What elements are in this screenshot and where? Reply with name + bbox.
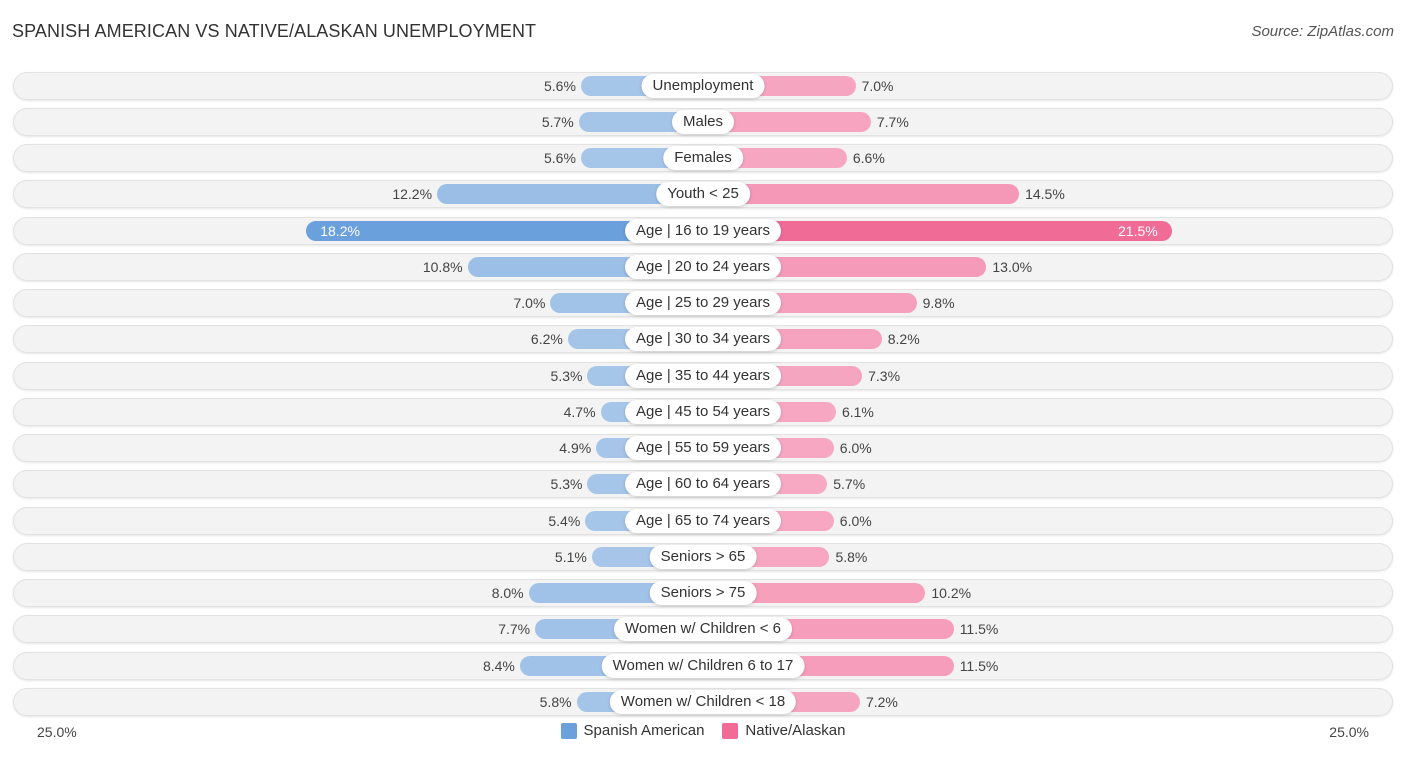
value-label: 6.2% (530, 331, 563, 348)
value-label: 7.7% (876, 113, 909, 130)
category-label: Age | 25 to 29 years (625, 291, 781, 315)
value-label: 21.5% (1118, 222, 1158, 239)
category-label: Age | 60 to 64 years (625, 472, 781, 497)
category-label: Age | 45 to 54 years (625, 399, 781, 424)
legend-label: Native/Alaskan (745, 722, 846, 739)
value-label: 5.4% (548, 512, 581, 529)
value-label: 13.0% (992, 258, 1033, 275)
category-label: Males (671, 109, 735, 134)
category-label: Age | 35 to 44 years (625, 363, 781, 388)
category-label: Women w/ Children < 6 (613, 617, 793, 642)
category-label: Age | 30 to 34 years (625, 327, 781, 352)
value-label: 5.7% (833, 476, 866, 493)
value-label: 7.0% (513, 295, 546, 311)
category-label: Unemployment (641, 73, 765, 98)
value-label: 5.8% (835, 548, 868, 565)
chart-area: 5.6% 7.0% Unemployment 5.7% 7.7% Males 5.6% 6.6… (0, 0, 1406, 757)
category-label: Age | 16 to 19 years (625, 218, 781, 243)
value-label: 18.2% (320, 222, 360, 239)
value-label: 4.7% (563, 403, 596, 420)
legend-item-native-alaskan[interactable]: Native/Alaskan (722, 722, 845, 739)
value-label: 9.8% (922, 295, 955, 311)
value-label: 5.6% (544, 77, 576, 94)
legend-swatch-native-alaskan (722, 722, 739, 739)
value-label: 5.3% (550, 476, 583, 493)
value-label: 5.7% (541, 113, 574, 130)
category-label: Age | 65 to 74 years (625, 508, 781, 533)
value-label: 8.0% (491, 585, 524, 601)
legend-swatch-spanish-american (560, 722, 577, 739)
value-label: 5.6% (544, 150, 576, 166)
bar-native-alaskan[interactable] (703, 184, 1020, 205)
value-label: 7.7% (498, 621, 531, 638)
value-label: 5.8% (539, 693, 572, 710)
value-label: 8.2% (887, 331, 920, 348)
value-label: 7.2% (865, 693, 898, 710)
value-label: 7.3% (868, 367, 901, 384)
value-label: 6.0% (839, 512, 872, 529)
value-label: 5.1% (554, 548, 587, 565)
value-label: 6.1% (841, 403, 874, 420)
category-label: Youth < 25 (656, 182, 750, 207)
value-label: 7.0% (861, 77, 894, 94)
legend-label: Spanish American (583, 722, 705, 739)
legend-item-spanish-american[interactable]: Spanish American (560, 722, 705, 739)
category-label: Women w/ Children 6 to 17 (601, 653, 805, 678)
value-label: 12.2% (392, 186, 433, 203)
value-label: 10.8% (422, 258, 463, 275)
value-label: 11.5% (959, 621, 999, 638)
value-label: 10.2% (931, 585, 972, 601)
category-label: Seniors > 75 (649, 581, 757, 605)
value-label: 6.0% (839, 440, 872, 456)
category-label: Seniors > 65 (649, 544, 757, 569)
category-label: Age | 55 to 59 years (625, 436, 781, 460)
legend: Spanish American Native/Alaskan (0, 722, 1406, 739)
value-label: 6.6% (852, 150, 885, 166)
value-label: 4.9% (559, 440, 592, 456)
value-label: 8.4% (482, 657, 515, 674)
value-label: 5.3% (550, 367, 583, 384)
value-label: 11.5% (959, 657, 999, 674)
value-label: 14.5% (1025, 186, 1065, 203)
category-label: Women w/ Children < 18 (609, 689, 797, 714)
category-label: Age | 20 to 24 years (625, 254, 781, 279)
category-label: Females (663, 146, 743, 170)
